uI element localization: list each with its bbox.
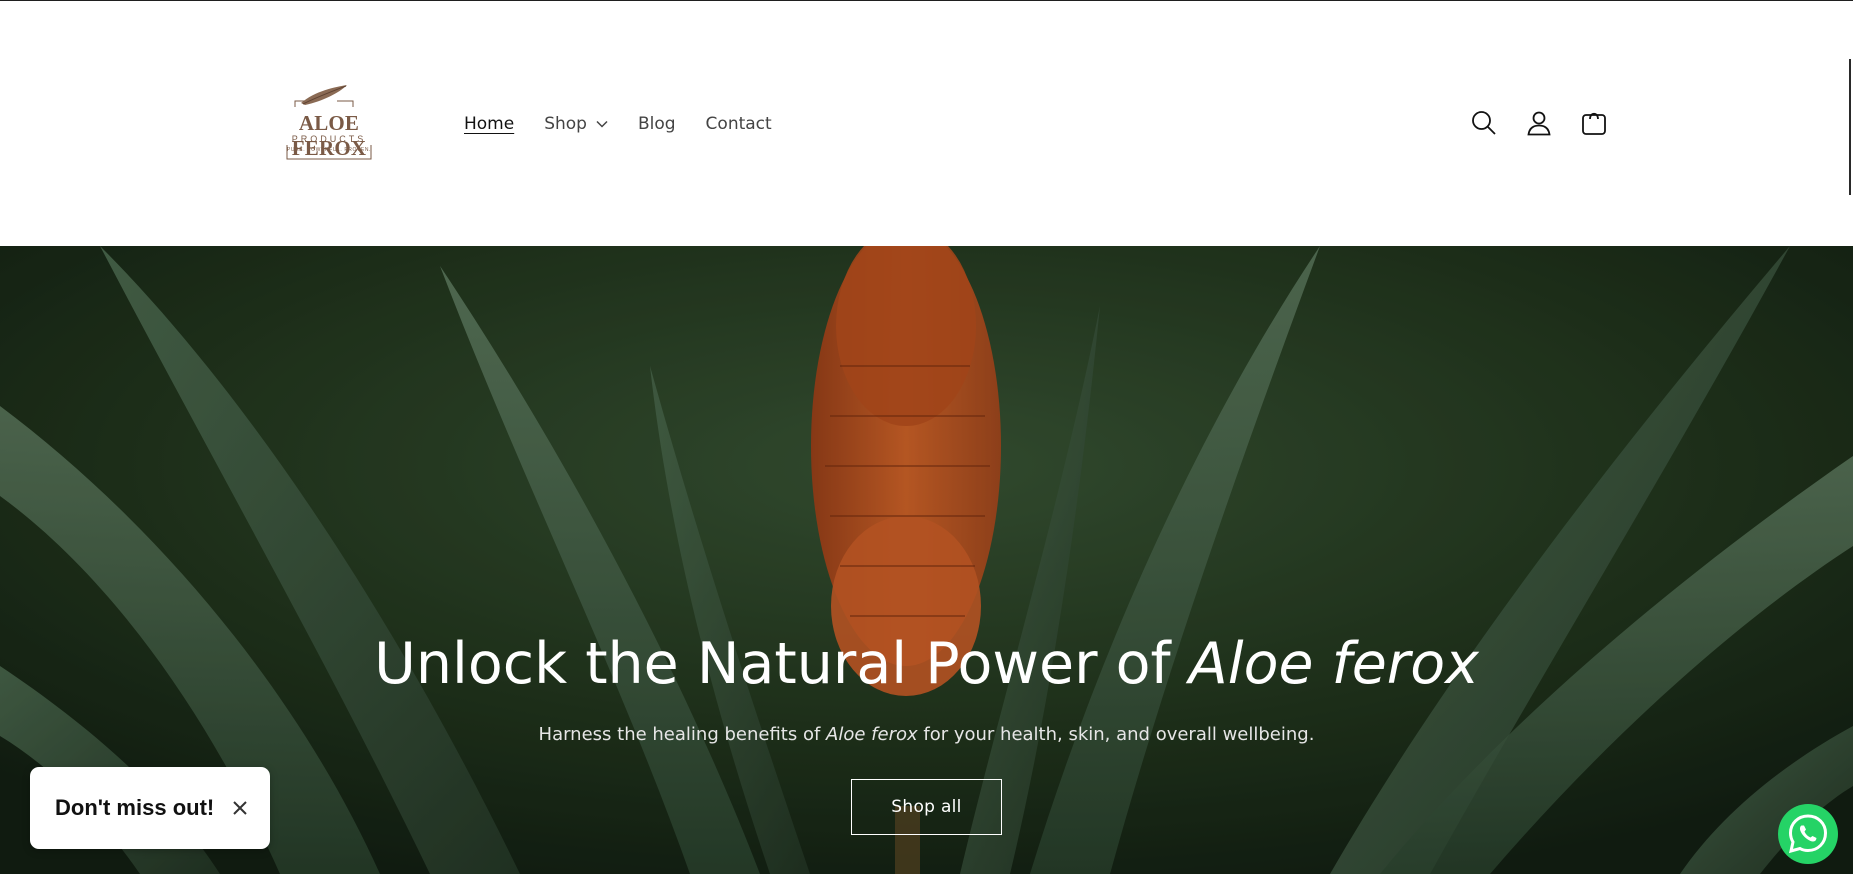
hero-title-main: Unlock the Natural Power of bbox=[374, 631, 1189, 697]
popup-close-button[interactable] bbox=[230, 798, 250, 818]
hero-title-italic: Aloe ferox bbox=[1188, 631, 1479, 697]
search-icon bbox=[1472, 111, 1496, 135]
account-button[interactable] bbox=[1521, 105, 1557, 141]
newsletter-popup[interactable]: Don't miss out! bbox=[30, 767, 270, 849]
nav-shop-label: Shop bbox=[544, 114, 587, 134]
scrollbar[interactable] bbox=[1849, 59, 1851, 195]
logo-tagline: PURE. POWERFUL. PROVEN. bbox=[286, 147, 372, 153]
nav-contact[interactable]: Contact bbox=[706, 114, 772, 134]
header-icons bbox=[1466, 105, 1631, 141]
nav-home[interactable]: Home bbox=[464, 114, 514, 134]
search-button[interactable] bbox=[1466, 105, 1502, 141]
chevron-down-icon bbox=[596, 120, 608, 128]
nav-contact-label: Contact bbox=[705, 114, 772, 134]
hero-subtitle-after: for your health, skin, and overall wellb… bbox=[917, 724, 1315, 745]
account-icon bbox=[1527, 111, 1551, 136]
shop-all-button[interactable]: Shop all bbox=[851, 779, 1002, 835]
hero-subtitle: Harness the healing benefits of Aloe fer… bbox=[0, 724, 1853, 745]
nav-blog[interactable]: Blog bbox=[638, 114, 676, 134]
nav-home-label: Home bbox=[464, 114, 515, 134]
whatsapp-icon bbox=[1788, 814, 1828, 854]
main-nav: Home Shop Blog Contact bbox=[464, 111, 802, 137]
popup-text: Don't miss out! bbox=[55, 795, 215, 820]
close-icon bbox=[233, 801, 247, 815]
brand-logo[interactable]: ALOE FEROX PRODUCTS PURE. POWERFUL. PROV… bbox=[255, 81, 405, 161]
hero-subtitle-italic: Aloe ferox bbox=[826, 724, 918, 745]
logo-subtitle: PRODUCTS bbox=[291, 134, 367, 144]
site-header: ALOE FEROX PRODUCTS PURE. POWERFUL. PROV… bbox=[0, 1, 1853, 246]
cart-icon bbox=[1582, 112, 1606, 135]
whatsapp-button[interactable] bbox=[1778, 804, 1838, 864]
nav-shop[interactable]: Shop bbox=[544, 114, 608, 134]
nav-blog-label: Blog bbox=[637, 114, 676, 134]
shop-all-label: Shop all bbox=[891, 797, 962, 817]
hero-subtitle-before: Harness the healing benefits of bbox=[538, 724, 827, 745]
hero-banner: Unlock the Natural Power of Aloe ferox H… bbox=[0, 246, 1853, 874]
hero-title: Unlock the Natural Power of Aloe ferox bbox=[0, 631, 1853, 697]
cart-button[interactable] bbox=[1576, 105, 1612, 141]
